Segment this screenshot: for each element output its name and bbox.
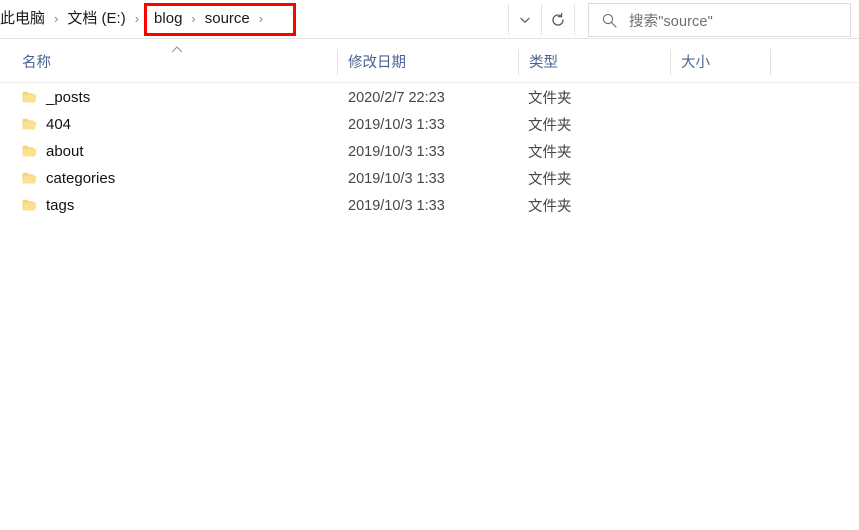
file-type-cell: 文件夹 — [528, 91, 572, 107]
address-history-dropdown-button[interactable] — [509, 4, 541, 35]
table-row[interactable]: 404 2019/10/3 1:33 文件夹 — [0, 111, 859, 138]
breadcrumb[interactable]: 此电脑 › 文档 (E:) › blog › source › — [0, 0, 270, 38]
folder-icon — [22, 118, 37, 130]
folder-icon — [22, 172, 37, 184]
file-name-cell[interactable]: categories — [22, 165, 115, 192]
search-input[interactable]: 搜索"source" — [629, 10, 713, 31]
folder-icon — [22, 145, 37, 157]
file-list[interactable]: _posts 2020/2/7 22:23 文件夹 404 2019/10/3 … — [0, 84, 859, 219]
file-date-cell: 2019/10/3 1:33 — [348, 116, 445, 133]
file-type-cell: 文件夹 — [528, 172, 572, 188]
column-header-size[interactable]: 大小 — [671, 40, 770, 82]
column-header-row: 名称 修改日期 类型 大小 — [0, 40, 859, 83]
file-date-cell: 2019/10/3 1:33 — [348, 170, 445, 187]
sort-ascending-icon — [171, 46, 183, 53]
file-name-cell[interactable]: about — [22, 138, 84, 165]
file-type-cell: 文件夹 — [528, 118, 572, 134]
file-name-label: 404 — [46, 116, 72, 133]
column-header-type[interactable]: 类型 — [519, 40, 670, 82]
folder-icon — [22, 199, 37, 211]
address-bar[interactable]: 此电脑 › 文档 (E:) › blog › source › 搜索"sourc… — [0, 0, 859, 39]
breadcrumb-item-documents-e[interactable]: 文档 (E:) — [65, 0, 127, 38]
breadcrumb-separator-icon[interactable]: › — [47, 0, 65, 38]
file-name-label: categories — [46, 170, 116, 187]
file-name-cell[interactable]: _posts — [22, 84, 90, 111]
column-header-date-modified-label: 修改日期 — [348, 54, 406, 71]
column-header-date-modified[interactable]: 修改日期 — [338, 40, 518, 82]
folder-icon — [22, 91, 37, 103]
file-type-cell: 文件夹 — [528, 199, 572, 215]
file-name-cell[interactable]: tags — [22, 192, 74, 219]
breadcrumb-item-this-pc[interactable]: 此电脑 — [0, 0, 47, 38]
file-date-cell: 2019/10/3 1:33 — [348, 143, 445, 160]
column-header-name-label: 名称 — [22, 54, 51, 71]
file-name-label: about — [46, 143, 84, 160]
breadcrumb-separator-icon[interactable]: › — [128, 0, 146, 38]
breadcrumb-separator-icon[interactable]: › — [252, 0, 270, 38]
column-divider[interactable] — [770, 49, 771, 75]
file-date-cell: 2019/10/3 1:33 — [348, 197, 445, 214]
file-date-cell: 2020/2/7 22:23 — [348, 89, 445, 106]
toolbar-divider — [574, 4, 575, 35]
refresh-button[interactable] — [542, 4, 574, 35]
column-header-type-label: 类型 — [529, 54, 558, 71]
breadcrumb-item-source[interactable]: source — [203, 0, 252, 38]
table-row[interactable]: about 2019/10/3 1:33 文件夹 — [0, 138, 859, 165]
table-row[interactable]: categories 2019/10/3 1:33 文件夹 — [0, 165, 859, 192]
file-name-label: tags — [46, 197, 75, 214]
breadcrumb-separator-icon[interactable]: › — [184, 0, 202, 38]
table-row[interactable]: _posts 2020/2/7 22:23 文件夹 — [0, 84, 859, 111]
file-type-cell: 文件夹 — [528, 145, 572, 161]
column-header-size-label: 大小 — [681, 54, 710, 71]
search-box[interactable]: 搜索"source" — [588, 3, 851, 37]
breadcrumb-item-blog[interactable]: blog — [146, 0, 184, 38]
chevron-down-icon — [520, 17, 530, 23]
refresh-icon — [552, 12, 564, 26]
search-icon — [589, 12, 629, 29]
file-name-label: _posts — [46, 89, 91, 106]
table-row[interactable]: tags 2019/10/3 1:33 文件夹 — [0, 192, 859, 219]
file-name-cell[interactable]: 404 — [22, 111, 71, 138]
